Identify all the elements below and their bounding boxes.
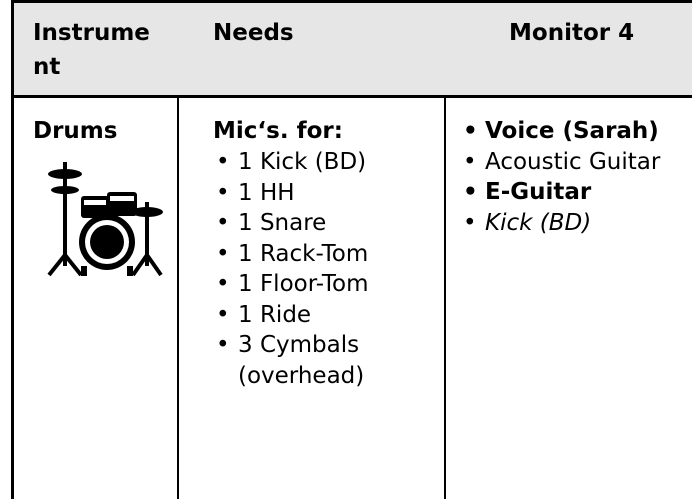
table-left-border (11, 0, 14, 499)
list-item: 3 Cymbals (overhead) (213, 330, 438, 391)
column-divider-1 (177, 97, 179, 499)
column-header-needs: Needs (213, 20, 294, 46)
list-item: 1 Ride (213, 300, 438, 331)
instrument-name: Drums (33, 118, 118, 144)
list-item: 1 Rack-Tom (213, 239, 438, 270)
column-header-instrument: Instrume nt (33, 20, 150, 80)
monitor-list: Voice (Sarah) Acoustic Guitar E-Guitar K… (460, 116, 692, 238)
column-header-monitor: Monitor 4 (509, 20, 635, 46)
header-bottom-border (11, 95, 692, 98)
needs-title: Mic‘s. for: (213, 118, 343, 144)
list-item: 1 Snare (213, 208, 438, 239)
list-item: Acoustic Guitar (460, 147, 692, 178)
drum-kit-icon (47, 162, 163, 277)
list-item: 1 Kick (BD) (213, 147, 438, 178)
needs-list: 1 Kick (BD) 1 HH 1 Snare 1 Rack-Tom 1 Fl… (213, 147, 438, 391)
list-item: 1 HH (213, 178, 438, 209)
column-divider-2 (444, 97, 446, 499)
table-top-border (11, 0, 692, 3)
list-item: Kick (BD) (460, 208, 692, 239)
mic-monitor-table: Instrume nt Needs Monitor 4 Drums Mic‘s.… (11, 0, 692, 499)
list-item: 1 Floor-Tom (213, 269, 438, 300)
list-item: E-Guitar (460, 177, 692, 208)
list-item: Voice (Sarah) (460, 116, 692, 147)
